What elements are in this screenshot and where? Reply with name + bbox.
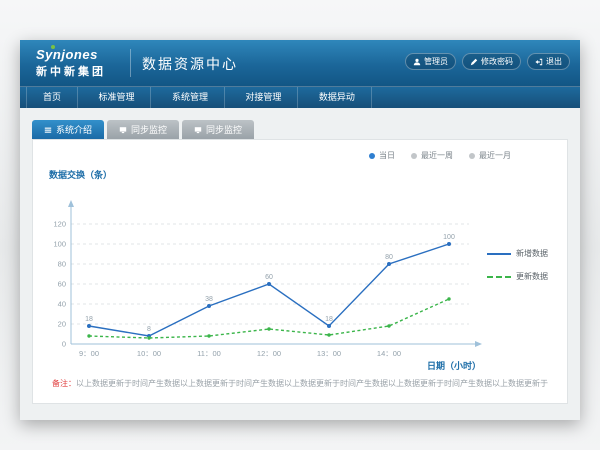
- content-area: 系统介绍 同步监控 同步监控: [20, 108, 580, 420]
- series-sample-0: [487, 253, 511, 255]
- range-legend: 当日 最近一周 最近一月: [369, 150, 511, 161]
- svg-text:80: 80: [58, 260, 66, 269]
- footnote-prefix: 备注：: [52, 379, 76, 388]
- svg-text:8: 8: [147, 326, 151, 333]
- nav-item-home[interactable]: 首页: [26, 87, 78, 108]
- svg-text:日期（小时）: 日期（小时）: [427, 360, 481, 371]
- logo-leaf-icon: [51, 45, 55, 49]
- svg-text:11：00: 11：00: [197, 349, 221, 358]
- logout-label: 退出: [546, 56, 562, 67]
- app-header: Synjones 新中新集团 数据资源中心 管理员 修改: [20, 40, 580, 86]
- series-legend-updated-data[interactable]: 更新数据: [487, 271, 563, 282]
- svg-text:60: 60: [58, 280, 66, 289]
- svg-text:18: 18: [85, 316, 93, 323]
- range-option-today[interactable]: 当日: [369, 150, 395, 161]
- y-axis-title: 数据交换（条）: [49, 168, 112, 181]
- series-legend: 新增数据 更新数据: [487, 248, 563, 294]
- svg-text:12：00: 12：00: [257, 349, 281, 358]
- svg-text:14：00: 14：00: [377, 349, 401, 358]
- tab-sync-monitor-1[interactable]: 同步监控: [107, 120, 179, 139]
- svg-text:120: 120: [53, 220, 66, 229]
- change-password-label: 修改密码: [481, 56, 513, 67]
- footnote-text: 以上数据更新于时间产生数据以上数据更新于时间产生数据以上数据更新于时间产生数据以…: [76, 379, 548, 388]
- tab-label: 系统介绍: [56, 123, 92, 136]
- nav-item-standard-mgmt[interactable]: 标准管理: [82, 87, 151, 108]
- footnote: 备注：以上数据更新于时间产生数据以上数据更新于时间产生数据以上数据更新于时间产生…: [33, 378, 567, 389]
- svg-text:38: 38: [205, 296, 213, 303]
- svg-text:100: 100: [443, 234, 455, 241]
- change-password-button[interactable]: 修改密码: [462, 53, 521, 70]
- app-window: Synjones 新中新集团 数据资源中心 管理员 修改: [20, 40, 580, 420]
- nav-item-system-mgmt[interactable]: 系统管理: [156, 87, 225, 108]
- monitor-icon: [194, 126, 202, 134]
- logout-button[interactable]: 退出: [527, 53, 570, 70]
- logo-wordmark: Synjones: [36, 47, 106, 62]
- svg-text:13：00: 13：00: [317, 349, 341, 358]
- nav-item-interface-mgmt[interactable]: 对接管理: [229, 87, 298, 108]
- logo-text: Synjones: [36, 47, 98, 62]
- series-legend-new-data[interactable]: 新增数据: [487, 248, 563, 259]
- legend-top-dot-2: [469, 153, 475, 159]
- company-logo: Synjones 新中新集团: [36, 47, 106, 79]
- svg-text:10：00: 10：00: [137, 349, 161, 358]
- tab-label: 同步监控: [206, 123, 242, 136]
- list-icon: [44, 126, 52, 134]
- legend-top-dot-0: [369, 153, 375, 159]
- desktop-background: Synjones 新中新集团 数据资源中心 管理员 修改: [0, 0, 600, 450]
- range-label: 当日: [379, 150, 395, 161]
- admin-user-label: 管理员: [424, 56, 448, 67]
- admin-user-button[interactable]: 管理员: [405, 53, 456, 70]
- chart-panel: 当日 最近一周 最近一月 数据交换（条） 0 20 40 60 80 100 120 9：00…: [32, 139, 568, 404]
- monitor-icon: [119, 126, 127, 134]
- series-sample-1: [487, 276, 511, 278]
- header-actions: 管理员 修改密码 退出: [405, 53, 570, 70]
- svg-text:80: 80: [385, 254, 393, 261]
- svg-text:18: 18: [325, 316, 333, 323]
- logo-company-name: 新中新集团: [36, 63, 106, 79]
- edit-icon: [470, 58, 478, 66]
- legend-top-dot-1: [411, 153, 417, 159]
- tab-bar: 系统介绍 同步监控 同步监控: [32, 120, 254, 139]
- line-chart: 0 20 40 60 80 100 120 9：00 10：00 11：00 12：00 13：00 1…: [39, 184, 489, 374]
- range-label: 最近一月: [479, 150, 511, 161]
- tab-sync-monitor-2[interactable]: 同步监控: [182, 120, 254, 139]
- user-icon: [413, 58, 421, 66]
- svg-text:60: 60: [265, 274, 273, 281]
- svg-text:40: 40: [58, 300, 66, 309]
- header-divider: [130, 49, 131, 77]
- svg-text:100: 100: [53, 240, 66, 249]
- nav-item-data-change[interactable]: 数据异动: [303, 87, 372, 108]
- tab-label: 同步监控: [131, 123, 167, 136]
- range-option-week[interactable]: 最近一周: [411, 150, 453, 161]
- series-label: 新增数据: [516, 248, 548, 259]
- logout-icon: [535, 58, 543, 66]
- range-option-month[interactable]: 最近一月: [469, 150, 511, 161]
- range-label: 最近一周: [421, 150, 453, 161]
- series-label: 更新数据: [516, 271, 548, 282]
- page-title: 数据资源中心: [142, 54, 238, 74]
- tab-system-intro[interactable]: 系统介绍: [32, 120, 104, 139]
- svg-text:20: 20: [58, 320, 66, 329]
- svg-text:0: 0: [62, 340, 66, 349]
- main-nav: 首页 标准管理 系统管理 对接管理 数据异动: [20, 86, 580, 108]
- svg-text:9：00: 9：00: [79, 349, 99, 358]
